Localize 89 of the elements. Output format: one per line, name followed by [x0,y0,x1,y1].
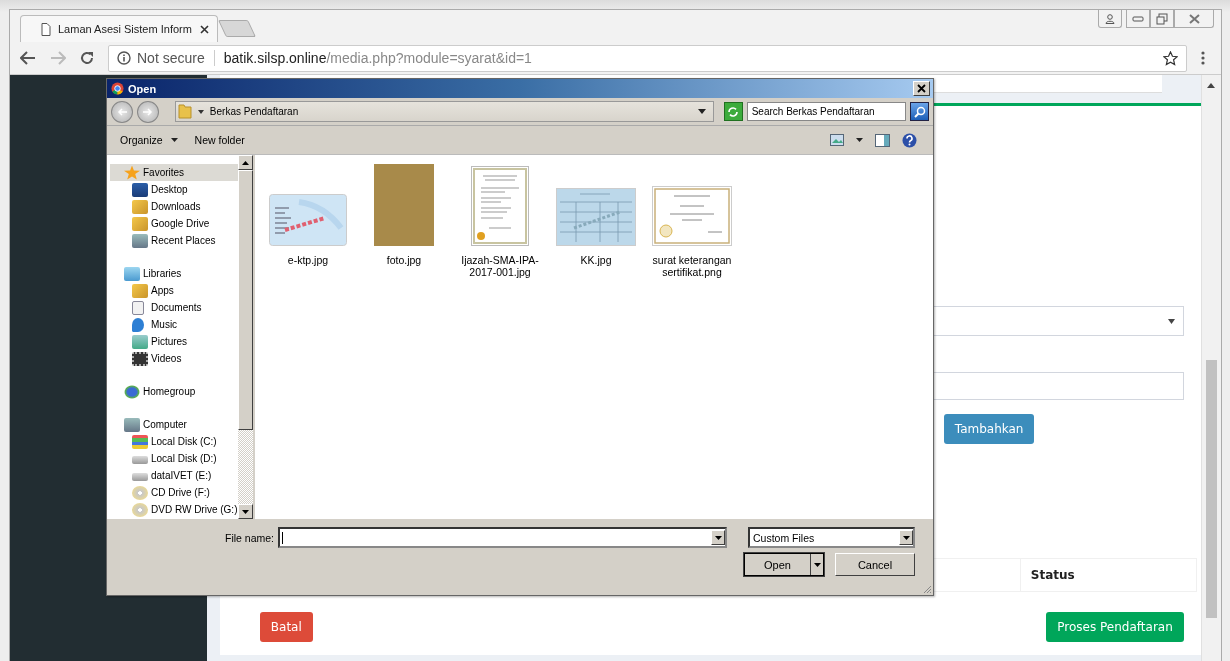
doc-icon [132,300,144,315]
search-button[interactable] [910,102,929,121]
page-icon [41,22,51,36]
refresh-icon [727,105,740,118]
file-type-select[interactable]: Custom Files [748,527,915,548]
nav-item[interactable]: Local Disk (D:) [110,450,238,467]
nav-item[interactable]: Music [110,316,238,333]
back-button[interactable] [111,100,133,123]
help-icon[interactable] [902,132,917,148]
preview-pane-icon[interactable] [875,133,890,147]
nav-item[interactable]: Desktop [110,181,238,198]
organize-menu[interactable]: Organize [120,134,163,146]
nav-item[interactable]: Videos [110,350,238,367]
nav-item[interactable]: DVD RW Drive (G:) [110,501,238,518]
nav-item[interactable]: Local Disk (C:) [110,433,238,450]
search-icon [913,105,926,118]
close-icon [1188,13,1200,24]
reload-icon[interactable] [80,51,94,65]
close-icon [917,84,926,93]
scrollbar-thumb[interactable] [1205,360,1217,618]
file-item[interactable]: surat keterangan sertifikat.png [651,164,733,278]
refresh-button[interactable] [723,102,743,121]
profile-button[interactable] [1098,10,1122,28]
file-item[interactable]: e-ktp.jpg [267,164,349,266]
person-icon [1105,13,1115,24]
resize-grip-icon[interactable] [922,584,932,594]
nav-item[interactable]: Homegroup [110,383,238,400]
bookmark-star-icon[interactable] [1163,50,1178,66]
nav-item[interactable]: Downloads [110,198,238,215]
folder-icon [132,199,148,214]
breadcrumb-caret-icon [197,109,204,114]
nav-item[interactable]: Apps [110,282,238,299]
dropdown-caret-icon [902,535,910,540]
minimize-icon [1132,15,1144,22]
folder-icon [132,283,148,298]
back-icon[interactable] [20,51,36,65]
cd-icon [132,502,148,517]
address-bar[interactable]: Not secure batik.silsp.online/media.php?module=syarat&id=1 [108,44,1187,72]
nav-item[interactable]: CD Drive (F:) [110,484,238,501]
file-item[interactable]: foto.jpg [363,164,445,266]
folder-icon [177,104,192,119]
new-folder-button[interactable]: New folder [194,134,245,146]
browser-tab[interactable]: Laman Asesi Sistem Inform [20,15,218,42]
forward-button[interactable] [136,100,159,123]
dropdown-caret-icon[interactable] [714,535,722,540]
scrollbar[interactable] [238,155,253,519]
folder-icon [132,216,148,231]
nav-item[interactable]: dataIVET (E:) [110,467,238,484]
caret-icon[interactable] [856,138,863,142]
dropdown-caret-icon[interactable] [697,109,706,114]
scroll-down-icon[interactable] [242,509,249,514]
nav-item[interactable]: Libraries [110,265,238,282]
file-name-label: File name: [223,531,274,544]
dialog-title: Open [128,82,158,95]
film-icon [132,351,148,366]
view-icon[interactable] [830,134,844,146]
nav-item[interactable]: Documents [110,299,238,316]
abort-button[interactable]: Batal [259,612,313,642]
file-item[interactable]: KK.jpg [555,164,637,266]
nav-item[interactable]: Favorites [110,164,238,181]
caret-icon [1167,318,1175,324]
scrollbar-thumb[interactable] [238,170,253,430]
scroll-up-icon[interactable] [242,160,249,165]
menu-icon[interactable] [1201,51,1205,65]
close-button[interactable] [913,81,930,96]
caret-icon[interactable] [170,138,178,142]
location-bar[interactable]: Berkas Pendaftaran [174,101,714,122]
restore-button[interactable] [1150,10,1174,28]
cd-icon [132,485,148,500]
open-button[interactable]: Open [744,553,824,576]
browser-logo-icon [111,82,124,95]
nav-item[interactable]: Pictures [110,333,238,350]
dialog-cancel-button[interactable]: Cancel [835,553,915,576]
restore-icon [1156,12,1168,25]
nav-item[interactable]: Recent Places [110,232,238,249]
info-icon [117,51,131,65]
forward-icon [142,107,153,116]
window-close-button[interactable] [1174,10,1214,28]
close-icon[interactable] [200,24,209,34]
scroll-up-icon[interactable] [1207,83,1216,88]
file-name-field[interactable] [278,527,727,548]
add-button[interactable]: Tambahkan [943,414,1035,444]
back-icon [116,107,127,116]
file-item[interactable]: Ijazah-SMA-IPA-2017-001.jpg [459,164,541,278]
nav-item[interactable]: Computer [110,416,238,433]
dropdown-caret-icon[interactable] [813,562,821,567]
table-header: Status [1019,559,1196,591]
search-field[interactable]: Search Berkas Pendaftaran [746,102,907,121]
nav-item[interactable]: Google Drive [110,215,238,232]
